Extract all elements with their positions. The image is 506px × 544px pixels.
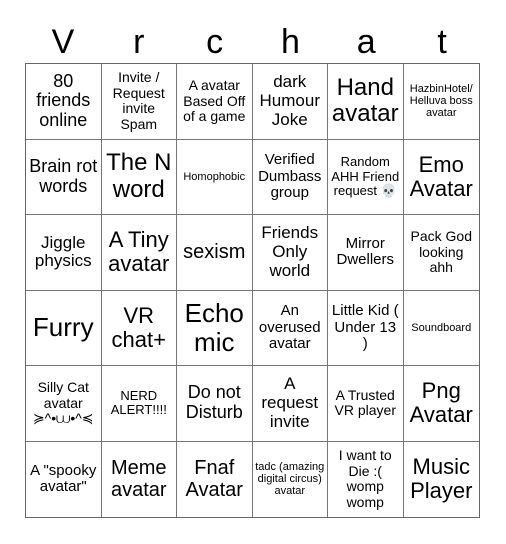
bingo-cell[interactable]: Fnaf Avatar <box>177 441 253 517</box>
bingo-cell[interactable]: Emo Avatar <box>403 140 479 215</box>
header-letter-v: V <box>51 23 75 61</box>
bingo-cell[interactable]: HazbinHotel/ Helluva boss avatar <box>403 64 479 140</box>
bingo-cell[interactable]: A avatar Based Off of a game <box>177 64 253 140</box>
bingo-cell[interactable]: Random AHH Friend request 💀 <box>328 139 404 215</box>
bingo-cell[interactable]: Jiggle physics <box>26 215 102 291</box>
bingo-cell[interactable]: Silly Cat avatar ≽^•⩊•^≼ <box>26 366 102 442</box>
bingo-cell[interactable]: A request invite <box>252 366 328 442</box>
bingo-cell[interactable]: Music Player <box>404 442 480 518</box>
bingo-cell[interactable]: Soundboard <box>403 291 479 366</box>
bingo-cell[interactable]: A "spooky avatar" <box>26 441 102 517</box>
bingo-cell[interactable]: Meme avatar <box>102 441 177 517</box>
bingo-cell[interactable]: Verified Dumbass group <box>252 139 328 215</box>
bingo-cell[interactable]: Pack God looking ahh <box>403 215 479 291</box>
bingo-cell[interactable]: Friends Only world <box>252 215 328 291</box>
bingo-cell[interactable]: Echo mic <box>177 290 253 366</box>
bingo-cell[interactable]: Little Kid ( Under 13 ) <box>328 290 404 366</box>
bingo-cell[interactable]: Hand avatar <box>328 64 404 140</box>
bingo-cell[interactable]: Furry <box>26 290 102 366</box>
bingo-cell[interactable]: tadc (amazing digital circus) avatar <box>253 441 328 517</box>
header-letter-h: h <box>280 23 300 61</box>
header-letter-t: t <box>437 23 447 61</box>
bingo-cell[interactable]: A Tiny avatar <box>101 215 177 291</box>
bingo-board: 80 friends online Invite / Request invit… <box>25 63 480 518</box>
bingo-cell[interactable]: NERD ALERT!!!! <box>101 366 177 442</box>
bingo-cell[interactable]: Do not Disturb <box>177 366 253 442</box>
bingo-cell[interactable]: Mirror Dwellers <box>328 215 404 291</box>
header-letter-a: a <box>356 23 376 61</box>
bingo-header: V r c h a t <box>25 22 480 62</box>
header-letter-c: c <box>206 23 224 61</box>
bingo-cell[interactable]: sexism <box>177 215 253 291</box>
bingo-cell[interactable]: dark Humour Joke <box>252 64 328 140</box>
bingo-cell[interactable]: 80 friends online <box>26 64 102 140</box>
bingo-cell[interactable]: I want to Die :( womp womp <box>328 441 404 517</box>
header-letter-r: r <box>133 23 145 61</box>
bingo-cell[interactable]: The N word <box>101 139 177 215</box>
bingo-cell[interactable]: Invite / Request invite Spam <box>101 64 177 140</box>
bingo-cell[interactable]: VR chat+ <box>101 290 177 366</box>
bingo-cell[interactable]: Png Avatar <box>403 366 479 442</box>
bingo-cell[interactable]: A Trusted VR player <box>328 366 404 442</box>
bingo-cell[interactable]: Homophobic <box>177 139 253 215</box>
bingo-cell[interactable]: An overused avatar <box>252 290 328 366</box>
bingo-cell[interactable]: Brain rot words <box>26 139 102 215</box>
